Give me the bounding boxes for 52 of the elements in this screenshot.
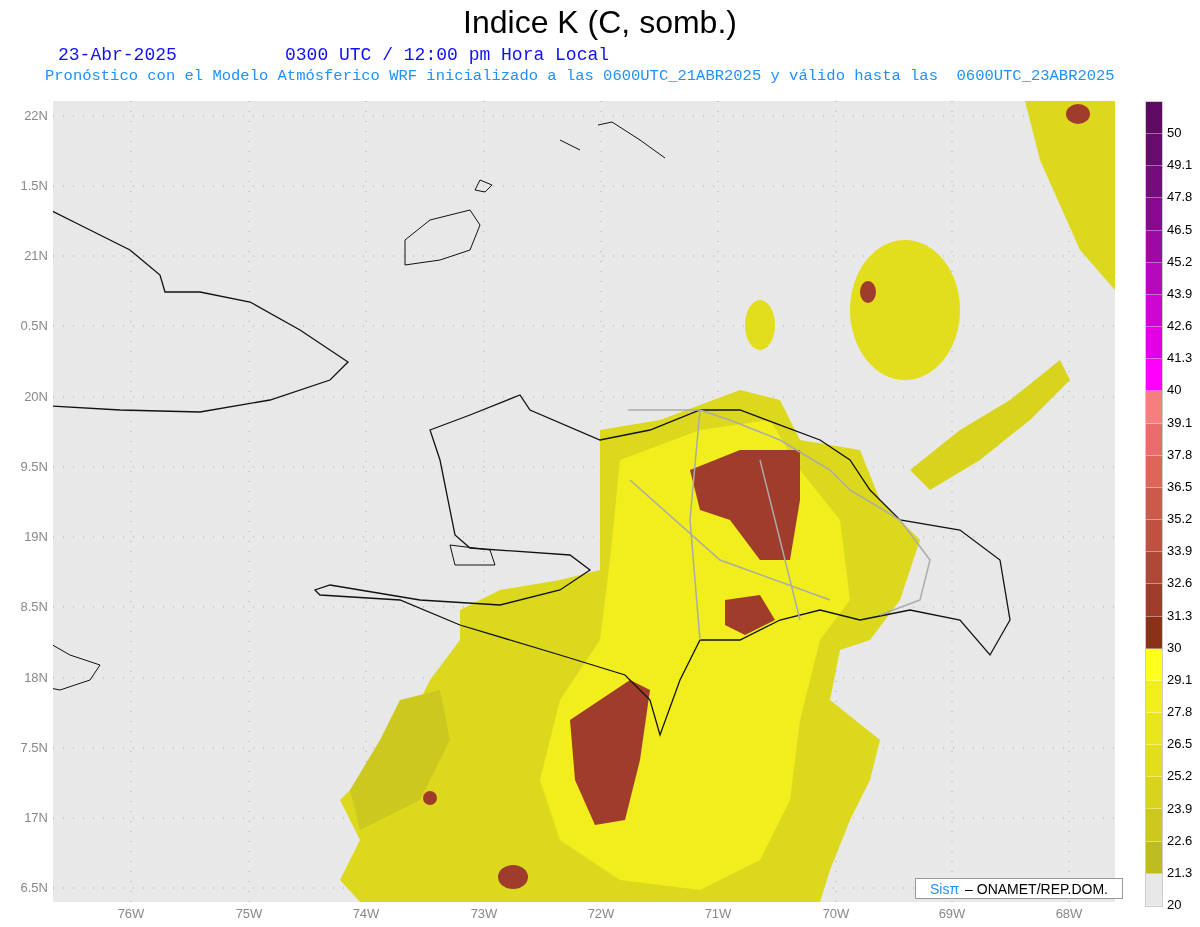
latitude-label: 21N (23, 248, 48, 264)
colorbar-label: 45.2 (1167, 253, 1193, 270)
colorbar-label: 22.6 (1167, 832, 1193, 849)
latitude-label: 6.5N (19, 880, 48, 896)
colorbar-label: 49.1 (1167, 157, 1193, 174)
latitude-label: 19N (23, 529, 48, 545)
colorbar-label: 46.5 (1167, 221, 1193, 238)
chart-title: Indice K (C, somb.) (462, 3, 738, 42)
latitude-label: 8.5N (19, 599, 48, 615)
forecast-time: 0300 UTC / 12:00 pm Hora Local (285, 44, 610, 66)
longitude-label: 70W (821, 906, 851, 922)
longitude-label: 75W (234, 906, 264, 922)
colorbar-label: 21.3 (1167, 864, 1193, 881)
colorbar-label: 42.6 (1167, 318, 1193, 335)
longitude-label: 68W (1054, 906, 1084, 922)
colorbar-label: 33.9 (1167, 543, 1193, 560)
colorbar-label: 30 (1167, 639, 1182, 656)
colorbar-label: 36.5 (1167, 478, 1193, 495)
model-description: Pronóstico con el Modelo Atmósferico WRF inicializado a las 0600UTC_21ABR2025 y válido hasta las 0600UTC_23ABR2025 (45, 66, 1115, 86)
colorbar-label: 39.1 (1167, 414, 1193, 431)
colorbar-label: 41.3 (1167, 350, 1193, 367)
latitude-label: 17N (23, 810, 48, 826)
colorbar-label: 50 (1167, 125, 1182, 142)
colorbar-label: 32.6 (1167, 575, 1193, 592)
longitude-label: 69W (937, 906, 967, 922)
longitude-label: 73W (469, 906, 499, 922)
logo-text: Sisπ (930, 879, 960, 898)
colorbar-label: 37.8 (1167, 446, 1193, 463)
longitude-label: 74W (351, 906, 381, 922)
colorbar-label: 27.8 (1167, 704, 1193, 721)
latitude-label: 7.5N (19, 740, 48, 756)
colorbar-label: 31.3 (1167, 607, 1193, 624)
latitude-label: 1.5N (19, 178, 48, 194)
latitude-label: 18N (23, 670, 48, 686)
latitude-label: 20N (23, 389, 48, 405)
colorbar-label: 43.9 (1167, 285, 1193, 302)
credit-text: – ONAMET/REP.DOM. (965, 879, 1108, 898)
colorbar-label: 40 (1167, 382, 1182, 399)
longitude-label: 76W (116, 906, 146, 922)
colorbar-label: 26.5 (1167, 736, 1193, 753)
latitude-label: 9.5N (19, 459, 48, 475)
forecast-date: 23-Abr-2025 (58, 44, 177, 66)
longitude-label: 71W (703, 906, 733, 922)
latitude-label: 22N (23, 108, 48, 124)
colorbar-label: 23.9 (1167, 800, 1193, 817)
colorbar-label: 47.8 (1167, 189, 1193, 206)
colorbar-label: 25.2 (1167, 768, 1193, 785)
latitude-label: 0.5N (19, 318, 48, 334)
colorbar-label: 35.2 (1167, 511, 1193, 528)
colorbar-label: 20 (1167, 897, 1182, 913)
colorbar-label: 29.1 (1167, 671, 1193, 688)
longitude-label: 72W (586, 906, 616, 922)
